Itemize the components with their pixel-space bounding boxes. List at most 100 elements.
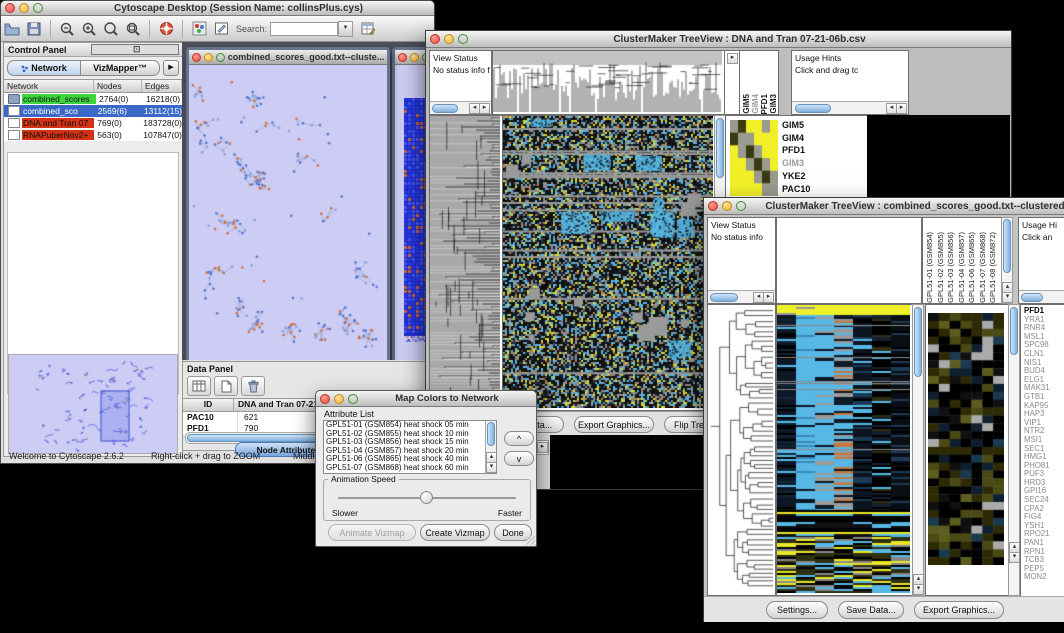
gene-label[interactable]: PAC10: [782, 183, 810, 196]
close-button[interactable]: [192, 53, 201, 62]
column-id[interactable]: ID: [183, 399, 234, 411]
more-tabs-button[interactable]: ▶: [163, 60, 179, 76]
column-nodes[interactable]: Nodes: [94, 80, 142, 92]
save-data-button[interactable]: Save Data...: [838, 601, 904, 619]
column-label[interactable]: GPL51-02 (GSM855): [936, 232, 947, 303]
create-vizmap-button[interactable]: Create Vizmap: [420, 524, 490, 541]
tab-vizmapper[interactable]: VizMapper™: [81, 60, 160, 76]
main-titlebar[interactable]: Cytoscape Desktop (Session Name: collins…: [1, 1, 434, 16]
column-label[interactable]: PFD1: [760, 94, 769, 114]
scroll-down-icon[interactable]: ▾: [1009, 552, 1020, 563]
close-button[interactable]: [5, 3, 15, 13]
delete-attribute-button[interactable]: [241, 376, 265, 396]
column-label[interactable]: GPL51-07 (GSM868): [978, 232, 989, 303]
zoom-fit-button[interactable]: [100, 19, 122, 39]
heatmap-canvas[interactable]: [777, 305, 910, 593]
network-row[interactable]: DNA and Tran 07 769(0) 183728(0): [4, 117, 182, 129]
tab-network[interactable]: Network: [7, 60, 81, 76]
column-label[interactable]: GPL51-08 (GSM872): [988, 232, 999, 303]
column-label[interactable]: GIM3: [769, 94, 778, 114]
scrollbar-thumb[interactable]: [487, 422, 495, 446]
column-label[interactable]: GIM4: [751, 94, 760, 114]
scroll-down-icon[interactable]: ▾: [913, 584, 924, 595]
row-dendrogram-canvas[interactable]: [708, 305, 773, 593]
search-dropdown-button[interactable]: ▼: [338, 21, 353, 37]
attribute-list-vscrollbar[interactable]: ▴ ▾: [485, 421, 496, 473]
new-attribute-button[interactable]: [214, 376, 238, 396]
selection-heatmap-canvas[interactable]: [928, 313, 1004, 565]
close-button[interactable]: [398, 53, 407, 62]
scrollbar-thumb[interactable]: [710, 293, 738, 302]
scroll-right-icon[interactable]: ▸: [763, 292, 774, 303]
usage-hints-hscrollbar[interactable]: ◂ ▸: [792, 101, 908, 114]
treeview1-titlebar[interactable]: ClusterMaker TreeView : DNA and Tran 07-…: [426, 31, 1011, 48]
zoom-button[interactable]: [216, 53, 225, 62]
heatmap-vscrollbar[interactable]: ▴ ▾: [912, 304, 924, 596]
attribute-browser-button[interactable]: [357, 19, 379, 39]
help-button[interactable]: [155, 19, 177, 39]
speed-slider-thumb[interactable]: [420, 491, 433, 504]
scroll-right-icon[interactable]: ▸: [537, 442, 548, 453]
view-status-hscrollbar[interactable]: ◂ ▸: [708, 290, 775, 303]
scrollbar-thumb[interactable]: [914, 307, 922, 377]
row-dendrogram-canvas[interactable]: [430, 116, 500, 408]
resize-grip[interactable]: [526, 536, 535, 545]
zoom-selected-button[interactable]: [122, 19, 144, 39]
selection-heatmap-canvas[interactable]: [730, 120, 778, 196]
usage-hints-hscrollbar[interactable]: [1019, 290, 1064, 303]
scroll-down-icon[interactable]: ▾: [1002, 292, 1013, 303]
treeview2-titlebar[interactable]: ClusterMaker TreeView : combined_scores_…: [704, 198, 1064, 215]
minimize-button[interactable]: [722, 201, 732, 211]
birdseye-canvas[interactable]: [9, 355, 177, 453]
gene-label[interactable]: YKE2: [782, 170, 810, 183]
gene-label[interactable]: GIM4: [782, 132, 810, 145]
minimize-button[interactable]: [410, 53, 419, 62]
column-dendrogram-panel[interactable]: [776, 217, 922, 304]
minimize-button[interactable]: [444, 34, 454, 44]
select-attributes-button[interactable]: [187, 376, 211, 396]
attribute-item[interactable]: GPL51-07 (GSM868) heat shock 60 min: [324, 464, 486, 473]
scrollbar-thumb[interactable]: [1010, 307, 1018, 355]
birdseye-view[interactable]: [8, 354, 178, 454]
move-up-button[interactable]: ^: [504, 431, 534, 446]
dialog-titlebar[interactable]: Map Colors to Network: [316, 391, 536, 407]
export-graphics-button[interactable]: Export Graphics...: [574, 416, 654, 433]
float-window-icon[interactable]: ⊡: [91, 44, 180, 55]
save-button[interactable]: [23, 19, 45, 39]
scroll-right-icon[interactable]: ▸: [479, 103, 490, 114]
export-graphics-button[interactable]: Export Graphics...: [914, 601, 1004, 619]
detail-vscrollbar[interactable]: ▴ ▾: [1008, 304, 1020, 596]
column-label[interactable]: GPL51-03 (GSM856): [946, 232, 957, 303]
search-input[interactable]: [270, 22, 338, 36]
scrollbar-thumb[interactable]: [795, 104, 831, 113]
minimize-button[interactable]: [204, 53, 213, 62]
network-row[interactable]: RNAPuberNov2+ 563(0) 107847(0): [4, 129, 182, 141]
column-label[interactable]: GPL51-06 (GSM865): [967, 232, 978, 303]
column-label[interactable]: GPL51-04 (GSM857): [957, 232, 968, 303]
annotation-button[interactable]: [210, 19, 232, 39]
network-row[interactable]: combined_sco 2569(6) 13112(15): [4, 105, 182, 117]
column-network[interactable]: Network: [4, 80, 94, 92]
network-view-canvas[interactable]: [189, 65, 381, 359]
view-status-hscrollbar[interactable]: ◂ ▸: [430, 101, 491, 114]
animate-vizmap-button[interactable]: Animate Vizmap: [328, 524, 416, 541]
zoom-out-button[interactable]: [56, 19, 78, 39]
zoom-button[interactable]: [348, 394, 358, 404]
scrollbar-thumb[interactable]: [716, 118, 724, 178]
network-window-1-titlebar[interactable]: combined_scores_good.txt--cluste...: [189, 50, 387, 65]
open-file-button[interactable]: [1, 19, 23, 39]
close-button[interactable]: [430, 34, 440, 44]
gene-label[interactable]: PFD1: [782, 144, 810, 157]
column-dendrogram-canvas[interactable]: [493, 51, 722, 112]
minimize-button[interactable]: [19, 3, 29, 13]
zoom-button[interactable]: [458, 34, 468, 44]
column-labels-vscrollbar[interactable]: ▴ ▾: [1001, 217, 1013, 304]
close-button[interactable]: [320, 394, 330, 404]
move-down-button[interactable]: v: [504, 451, 534, 466]
attribute-list[interactable]: GPL51-01 (GSM854) heat shock 05 minGPL51…: [323, 420, 497, 474]
scrollbar-thumb[interactable]: [1003, 219, 1011, 273]
close-button[interactable]: [708, 201, 718, 211]
scrollbar-thumb[interactable]: [1021, 293, 1043, 302]
heatmap-canvas[interactable]: [503, 116, 713, 408]
zoom-button[interactable]: [33, 3, 43, 13]
